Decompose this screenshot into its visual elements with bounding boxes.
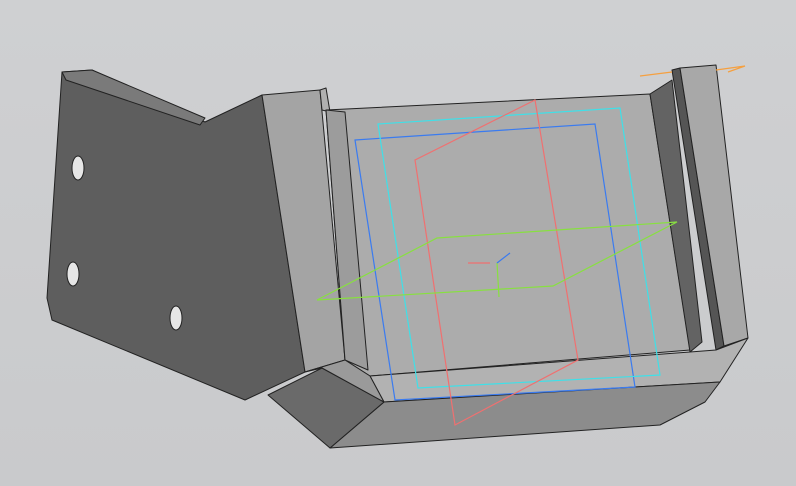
mounting-hole[interactable] <box>71 155 85 181</box>
cad-3d-viewport[interactable] <box>0 0 796 486</box>
tray-floor[interactable] <box>325 93 691 377</box>
block-top-face <box>319 87 331 113</box>
mounting-hole[interactable] <box>169 305 183 331</box>
mounting-hole[interactable] <box>66 261 80 287</box>
